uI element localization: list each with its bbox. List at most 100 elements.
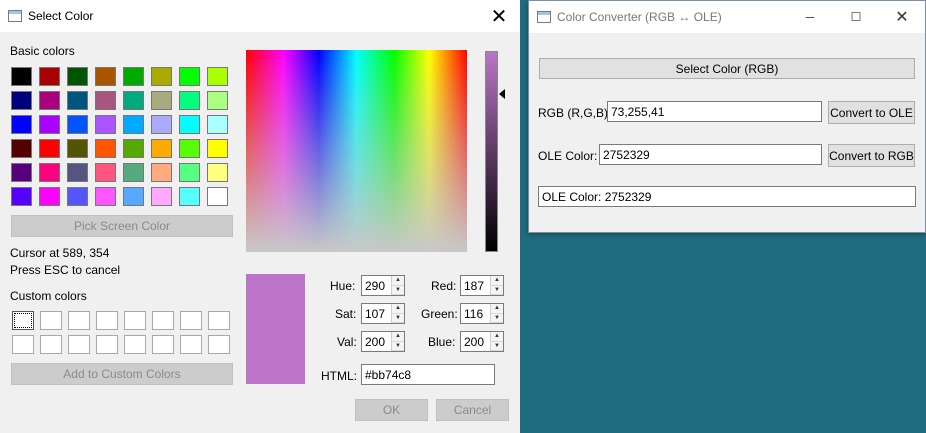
basic-color-swatch[interactable] [179,67,200,86]
spin-up-icon[interactable]: ▲ [392,304,404,314]
select-color-button[interactable]: Select Color (RGB) [539,58,915,79]
convert-to-rgb-button[interactable]: Convert to RGB [828,144,915,167]
custom-color-slot[interactable] [40,335,62,354]
ole-input[interactable]: 2752329 [599,144,822,165]
basic-color-swatch[interactable] [179,139,200,158]
basic-color-swatch[interactable] [151,91,172,110]
basic-color-swatch[interactable] [151,115,172,134]
custom-color-slot[interactable] [12,311,34,330]
basic-color-swatch[interactable] [151,163,172,182]
custom-color-slot[interactable] [208,335,230,354]
sat-value[interactable]: 107 [362,307,391,321]
spin-up-icon[interactable]: ▲ [491,276,503,286]
basic-color-swatch[interactable] [39,115,60,134]
basic-color-swatch[interactable] [11,67,32,86]
basic-color-swatch[interactable] [207,187,228,206]
value-slider-arrow-icon[interactable] [499,89,505,99]
spin-up-icon[interactable]: ▲ [491,332,503,342]
basic-color-swatch[interactable] [123,91,144,110]
maximize-icon[interactable]: ☐ [833,1,879,33]
basic-color-swatch[interactable] [11,187,32,206]
red-spinbox[interactable]: 187 ▲ ▼ [460,275,504,296]
custom-color-slot[interactable] [180,335,202,354]
rgb-input[interactable]: 73,255,41 [607,101,822,122]
basic-color-swatch[interactable] [151,139,172,158]
converter-title-bar[interactable]: Color Converter (RGB ↔ OLE) ─ ☐ ✕ [529,1,925,33]
hue-spinbox[interactable]: 290 ▲ ▼ [361,275,405,296]
sat-spinbox[interactable]: 107 ▲ ▼ [361,303,405,324]
basic-color-swatch[interactable] [95,187,116,206]
val-spinbox[interactable]: 200 ▲ ▼ [361,331,405,352]
custom-color-slot[interactable] [180,311,202,330]
basic-color-swatch[interactable] [151,187,172,206]
custom-color-slot[interactable] [152,311,174,330]
custom-color-slot[interactable] [68,311,90,330]
basic-color-swatch[interactable] [123,139,144,158]
basic-color-swatch[interactable] [95,163,116,182]
spin-down-icon[interactable]: ▼ [392,341,404,351]
value-slider[interactable] [485,51,498,252]
basic-color-swatch[interactable] [39,187,60,206]
basic-color-swatch[interactable] [95,115,116,134]
blue-value[interactable]: 200 [461,335,490,349]
basic-color-swatch[interactable] [39,139,60,158]
dialog-title-bar[interactable]: Select Color ✕ [0,0,520,32]
val-value[interactable]: 200 [362,335,391,349]
basic-color-swatch[interactable] [11,163,32,182]
custom-color-slot[interactable] [12,335,34,354]
red-value[interactable]: 187 [461,279,490,293]
cancel-button[interactable]: Cancel [436,399,509,421]
hue-saturation-picker[interactable] [246,50,467,252]
custom-color-slot[interactable] [152,335,174,354]
basic-color-swatch[interactable] [67,115,88,134]
basic-color-swatch[interactable] [95,139,116,158]
basic-color-swatch[interactable] [179,91,200,110]
spin-down-icon[interactable]: ▼ [491,341,503,351]
basic-color-swatch[interactable] [179,115,200,134]
basic-color-swatch[interactable] [67,187,88,206]
spin-up-icon[interactable]: ▲ [392,276,404,286]
basic-color-swatch[interactable] [207,67,228,86]
custom-color-slot[interactable] [124,335,146,354]
basic-color-swatch[interactable] [11,139,32,158]
green-spinbox[interactable]: 116 ▲ ▼ [460,303,504,324]
spin-down-icon[interactable]: ▼ [392,285,404,295]
basic-color-swatch[interactable] [123,115,144,134]
spin-up-icon[interactable]: ▲ [491,304,503,314]
basic-color-swatch[interactable] [67,163,88,182]
basic-color-swatch[interactable] [123,67,144,86]
spin-down-icon[interactable]: ▼ [491,285,503,295]
custom-color-slot[interactable] [208,311,230,330]
custom-color-slot[interactable] [96,311,118,330]
html-field[interactable]: #bb74c8 [361,364,495,385]
close-icon[interactable]: ✕ [484,0,514,32]
basic-color-swatch[interactable] [207,139,228,158]
pick-screen-color-button[interactable]: Pick Screen Color [11,215,233,237]
add-to-custom-colors-button[interactable]: Add to Custom Colors [11,363,233,385]
basic-color-swatch[interactable] [67,139,88,158]
basic-color-swatch[interactable] [123,163,144,182]
spin-down-icon[interactable]: ▼ [491,313,503,323]
convert-to-ole-button[interactable]: Convert to OLE [828,101,915,124]
spin-down-icon[interactable]: ▼ [392,313,404,323]
basic-color-swatch[interactable] [95,67,116,86]
basic-color-swatch[interactable] [151,67,172,86]
custom-color-slot[interactable] [124,311,146,330]
basic-color-swatch[interactable] [207,163,228,182]
basic-color-swatch[interactable] [179,163,200,182]
basic-color-swatch[interactable] [39,163,60,182]
spin-up-icon[interactable]: ▲ [392,332,404,342]
basic-color-swatch[interactable] [11,115,32,134]
hue-value[interactable]: 290 [362,279,391,293]
custom-color-slot[interactable] [40,311,62,330]
basic-color-swatch[interactable] [179,187,200,206]
blue-spinbox[interactable]: 200 ▲ ▼ [460,331,504,352]
basic-color-swatch[interactable] [67,67,88,86]
basic-color-swatch[interactable] [95,91,116,110]
basic-color-swatch[interactable] [123,187,144,206]
close-icon[interactable]: ✕ [879,1,925,33]
basic-color-swatch[interactable] [11,91,32,110]
basic-color-swatch[interactable] [207,91,228,110]
basic-color-swatch[interactable] [67,91,88,110]
minimize-icon[interactable]: ─ [787,1,833,33]
